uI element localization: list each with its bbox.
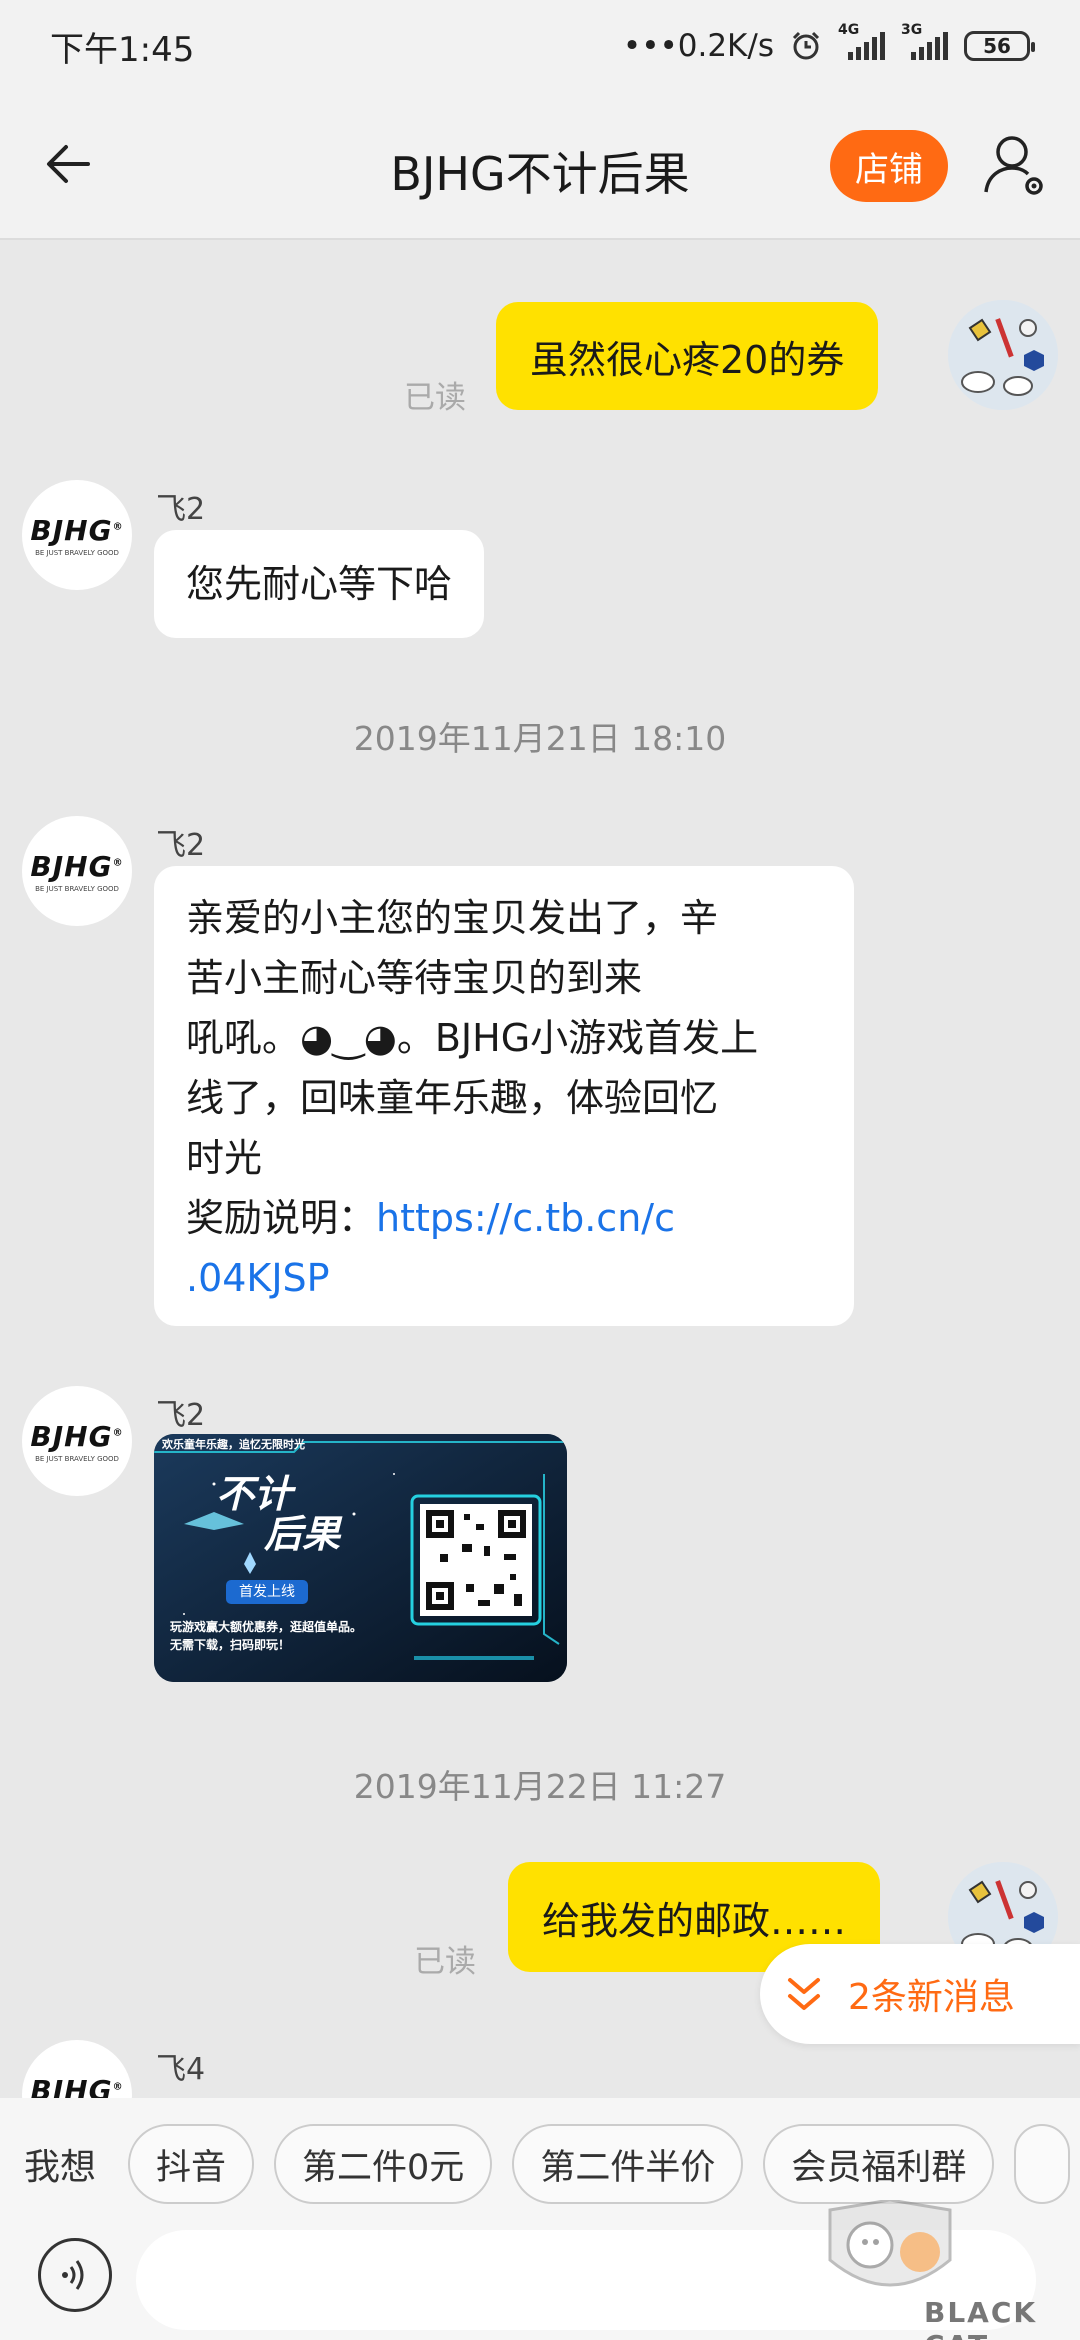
sender-name: 飞2 [156,1398,206,1433]
message-bubble-long[interactable]: 亲爱的小主您的宝贝发出了，辛 苦小主耐心等待宝贝的到来 吼吼。◕‿◕。BJHG小… [154,866,854,1326]
signal-4g-icon: 4G [838,22,885,60]
shop-avatar[interactable]: BJHG® BE JUST BRAVELY GOOD [22,1386,132,1496]
quick-chip[interactable]: 会员福利群 [763,2124,995,2204]
alarm-icon [792,31,820,60]
shop-button[interactable]: 店铺 [830,130,948,202]
card-banner-text: 欢乐童年乐趣，追忆无限时光 [162,1438,305,1451]
read-status: 已读 [404,380,466,416]
my-avatar[interactable] [948,300,1058,410]
message-line: 吼吼。◕‿◕。BJHG小游戏首发上 [186,1016,759,1060]
message-line: 苦小主耐心等待宝贝的到来 [186,956,643,1000]
status-icons: •••0.2K/s 4G 3G 56 [622,22,1035,64]
reward-link[interactable]: https://c.tb.cn/c [376,1196,675,1240]
message-line: 亲爱的小主您的宝贝发出了，辛 [186,896,719,940]
message-bubble[interactable]: 您先耐心等下哈 [154,530,485,638]
shop-avatar[interactable]: BJHG® BE JUST BRAVELY GOOD [22,480,132,590]
double-chevron-down-icon [788,1978,820,2010]
sender-name: 飞4 [156,2052,206,2087]
message-line: 时光 [186,1136,263,1180]
card-title: 不计 后果 [216,1472,341,1556]
quick-chip[interactable]: 第二件半价 [512,2124,744,2204]
black-cat-watermark-icon [828,2200,952,2287]
sender-name: 飞2 [156,828,206,863]
timestamp: 2019年11月22日 11:27 [353,1767,727,1806]
sender-name: 飞2 [156,492,206,527]
voice-input-button[interactable] [38,2238,112,2312]
new-messages-button[interactable]: 2条新消息 [760,1944,1080,2044]
signal-3g-icon: 3G [901,22,948,60]
new-messages-label: 2条新消息 [848,1977,1015,2018]
reward-link-cont[interactable]: .04KJSP [186,1248,822,1308]
logo-text: BJHG® [30,849,124,883]
message-line: 奖励说明：https://c.tb.cn/c [186,1196,675,1240]
game-promo-card[interactable]: 欢乐童年乐趣，追忆无限时光 不计 后果 首发上线 玩游戏赢大额优惠券，逛超值单品… [154,1434,567,1682]
my-message-bubble[interactable]: 虽然很心疼20的券 [496,302,879,410]
quick-chip-partial[interactable] [1014,2124,1071,2204]
status-time: 下午1:45 [50,29,195,70]
card-description: 玩游戏赢大额优惠券，逛超值单品。 无需下载，扫码即玩！ [170,1620,363,1652]
message-line: 线了，回味童年乐趣，体验回忆 [186,1076,719,1120]
voice-wave-icon [62,2260,84,2290]
read-status: 已读 [414,1944,476,1980]
logo-text: BJHG® [30,513,124,547]
user-settings-icon[interactable] [980,130,1050,200]
card-badge: 首发上线 [239,1584,295,1600]
quick-label: 我想 [24,2147,97,2188]
shop-avatar[interactable]: BJHG® BE JUST BRAVELY GOOD [22,816,132,926]
network-speed: •••0.2K/s [622,28,774,64]
quick-chip[interactable]: 第二件0元 [274,2124,493,2204]
watermark-text: BLACK CAT [924,2296,1038,2340]
logo-text: BJHG® [30,1419,124,1453]
chat-header: BJHG不计后果 店铺 [0,92,1080,240]
avatar-illustration-icon [948,300,1058,410]
battery-icon: 56 [964,31,1035,61]
status-bar: 下午1:45 •••0.2K/s 4G 3G 56 [0,0,1080,92]
quick-chip[interactable]: 抖音 [128,2124,255,2204]
timestamp: 2019年11月21日 18:10 [353,719,727,758]
